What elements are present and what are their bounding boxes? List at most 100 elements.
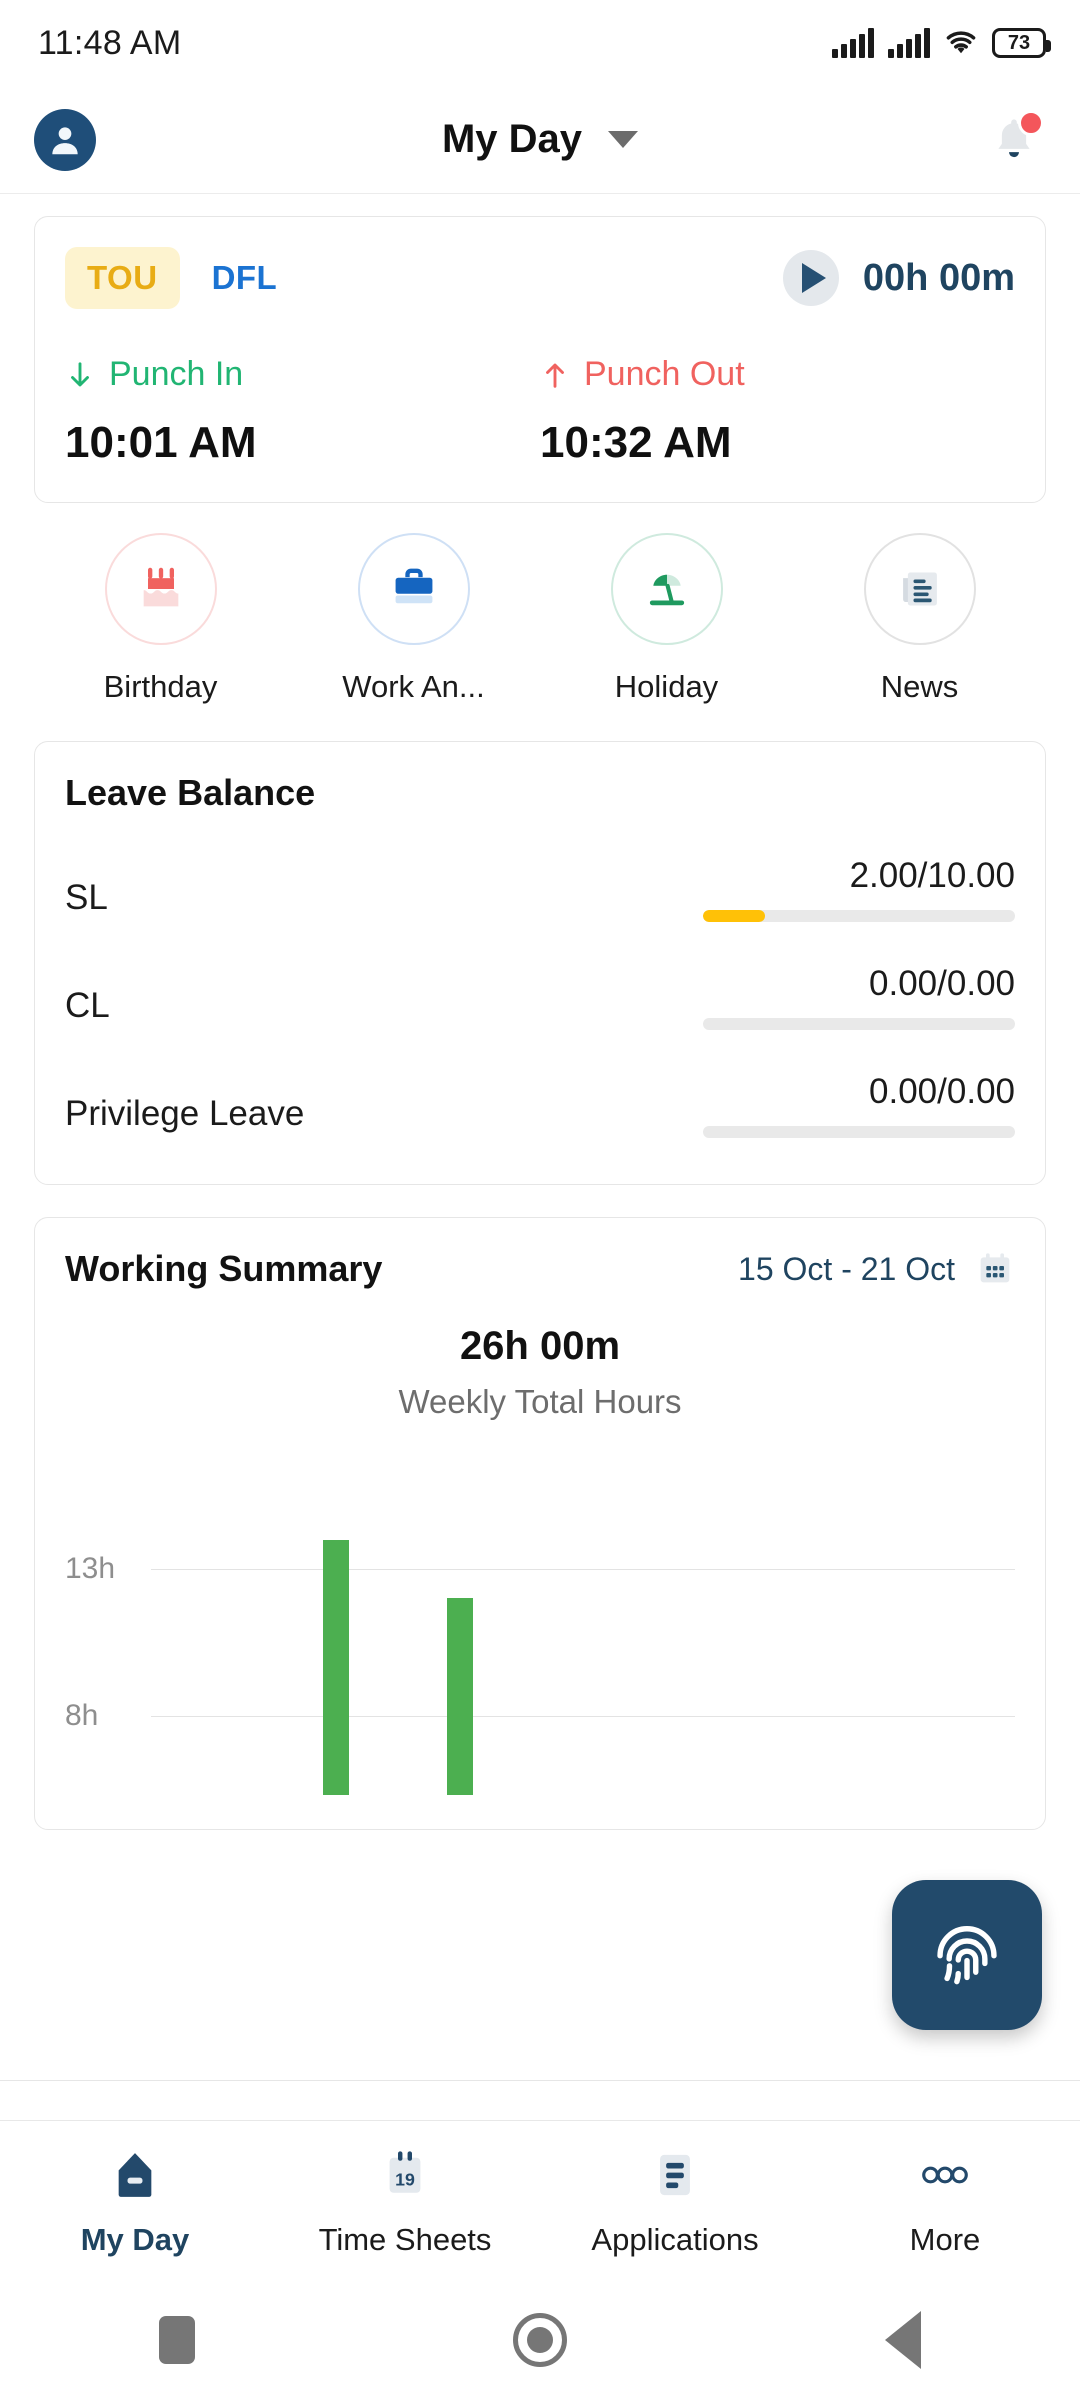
svg-text:19: 19 (395, 2169, 415, 2189)
beach-umbrella-icon (610, 533, 723, 645)
quick-action-birthday[interactable]: Birthday (34, 533, 287, 705)
quick-action-holiday[interactable]: Holiday (540, 533, 793, 705)
quick-action-label: Holiday (614, 669, 719, 704)
leave-progress-track (703, 1126, 1015, 1138)
worked-duration: 00h 00m (862, 256, 1015, 299)
y-axis-tick: 13h (65, 1552, 116, 1585)
leave-type-label: Privilege Leave (65, 1094, 305, 1133)
shift-chip-dfl[interactable]: DFL (212, 259, 278, 297)
home-icon (107, 2144, 163, 2206)
status-bar-time: 11:48 AM (38, 23, 182, 62)
quick-actions-row: Birthday Work An... Holiday News (34, 533, 1046, 705)
page-title-group: My Day (0, 117, 1080, 162)
leave-progress-group: 0.00/0.00 (703, 964, 1015, 1030)
calendar-19-icon: 19 (377, 2144, 433, 2206)
chart-bar-slot (274, 1465, 397, 1795)
leave-progress-group: 0.00/0.00 (703, 1072, 1015, 1138)
chart-bar[interactable] (446, 1598, 473, 1795)
quick-action-news[interactable]: News (793, 533, 1046, 705)
quick-action-work-anniversary[interactable]: Work An... (287, 533, 540, 705)
leave-value: 0.00/0.00 (869, 964, 1015, 1003)
quick-action-label: Work An... (342, 669, 485, 704)
leave-progress-track (703, 910, 1015, 922)
chart-bar-slot (398, 1465, 521, 1795)
user-avatar-icon[interactable] (34, 108, 96, 171)
y-axis-tick: 8h (65, 1699, 99, 1732)
shift-chip-tou[interactable]: TOU (65, 247, 180, 309)
triangle-back-icon[interactable] (885, 2311, 921, 2369)
leave-value: 0.00/0.00 (869, 1072, 1015, 1111)
more-dots-icon (914, 2144, 976, 2206)
working-summary-card: Working Summary 15 Oct - 21 Oct 26h 00m … (34, 1217, 1046, 1830)
weekly-total-hours-label: Weekly Total Hours (398, 1383, 682, 1420)
punch-in-label: Punch In (109, 355, 244, 393)
leave-progress-track (703, 1018, 1015, 1030)
leave-type-label: SL (65, 878, 108, 917)
weekly-total-hours-value: 26h 00m (459, 1324, 621, 1368)
punch-out-time: 10:32 AM (540, 418, 732, 467)
chart-bar[interactable] (323, 1539, 350, 1795)
content-clip-divider (0, 2080, 1080, 2081)
wifi-icon (944, 28, 978, 58)
briefcase-icon (357, 533, 470, 645)
play-icon[interactable] (782, 250, 839, 306)
signal-bars-sim1-icon (832, 28, 874, 58)
chart-bar-slot (892, 1465, 1015, 1795)
square-icon[interactable] (159, 2316, 195, 2364)
punch-in-label-row: Punch In (65, 355, 540, 394)
punch-times: Punch In 10:01 AM Punch Out 10:32 AM (65, 355, 1015, 468)
nav-label: My Day (80, 2221, 190, 2257)
punch-card: TOU DFL 00h 00m Punch In 10:01 AM Punch … (34, 216, 1046, 503)
leave-value: 2.00/10.00 (849, 856, 1015, 895)
leave-row: SL 2.00/10.00 (65, 856, 1015, 922)
bottom-navigation: My Day 19 Time Sheets Applications More (0, 2120, 1080, 2280)
date-range-text: 15 Oct - 21 Oct (738, 1250, 955, 1287)
punch-out-block: Punch Out 10:32 AM (540, 355, 1015, 468)
quick-action-label: News (880, 669, 959, 704)
battery-level: 73 (1007, 32, 1031, 54)
page-title[interactable]: My Day (442, 117, 582, 162)
working-summary-title: Working Summary (65, 1248, 383, 1289)
chart-plot-area (151, 1465, 1015, 1795)
main-content: TOU DFL 00h 00m Punch In 10:01 AM Punch … (0, 216, 1080, 1830)
fingerprint-punch-button[interactable] (892, 1880, 1042, 2030)
app-header: My Day (0, 86, 1080, 194)
working-summary-header: Working Summary 15 Oct - 21 Oct (65, 1248, 1015, 1290)
chart-bar-slot (521, 1465, 644, 1795)
punch-in-time: 10:01 AM (65, 418, 257, 467)
nav-label: Time Sheets (318, 2221, 492, 2257)
nav-item-more[interactable]: More (810, 2144, 1080, 2258)
calendar-icon (980, 1253, 1010, 1283)
birthday-cake-icon (104, 533, 217, 645)
leave-balance-title: Leave Balance (65, 772, 316, 813)
leave-row: CL 0.00/0.00 (65, 964, 1015, 1030)
punch-in-block: Punch In 10:01 AM (65, 355, 540, 468)
nav-item-my-day[interactable]: My Day (0, 2144, 270, 2258)
chart-bar-slot (151, 1465, 274, 1795)
chart-bar-slot (768, 1465, 891, 1795)
nav-item-time-sheets[interactable]: 19 Time Sheets (270, 2144, 540, 2258)
notifications-button[interactable] (982, 108, 1046, 172)
android-system-nav (0, 2280, 1080, 2400)
notification-badge (1018, 109, 1044, 136)
leave-balance-card: Leave Balance SL 2.00/10.00 CL 0.00/0.00… (34, 741, 1046, 1185)
list-icon (647, 2144, 703, 2206)
nav-label: Applications (591, 2221, 759, 2257)
circle-icon[interactable] (513, 2313, 567, 2367)
chart-bar-slot (645, 1465, 768, 1795)
worked-timer: 00h 00m (782, 250, 1015, 306)
chevron-down-icon[interactable] (608, 131, 639, 148)
leave-row: Privilege Leave 0.00/0.00 (65, 1072, 1015, 1138)
nav-label: More (909, 2221, 981, 2257)
arrow-down-icon (71, 361, 89, 386)
signal-bars-sim2-icon (888, 28, 930, 58)
date-range-selector[interactable]: 15 Oct - 21 Oct (738, 1249, 1015, 1289)
nav-item-applications[interactable]: Applications (540, 2144, 810, 2258)
status-bar: 11:48 AM 73 (0, 0, 1080, 86)
leave-type-label: CL (65, 986, 110, 1025)
quick-action-label: Birthday (103, 669, 218, 704)
battery-icon: 73 (992, 28, 1051, 58)
leave-progress-group: 2.00/10.00 (703, 856, 1015, 922)
weekly-hours-chart[interactable]: 13h 8h (65, 1465, 1015, 1795)
news-document-icon (863, 533, 976, 645)
